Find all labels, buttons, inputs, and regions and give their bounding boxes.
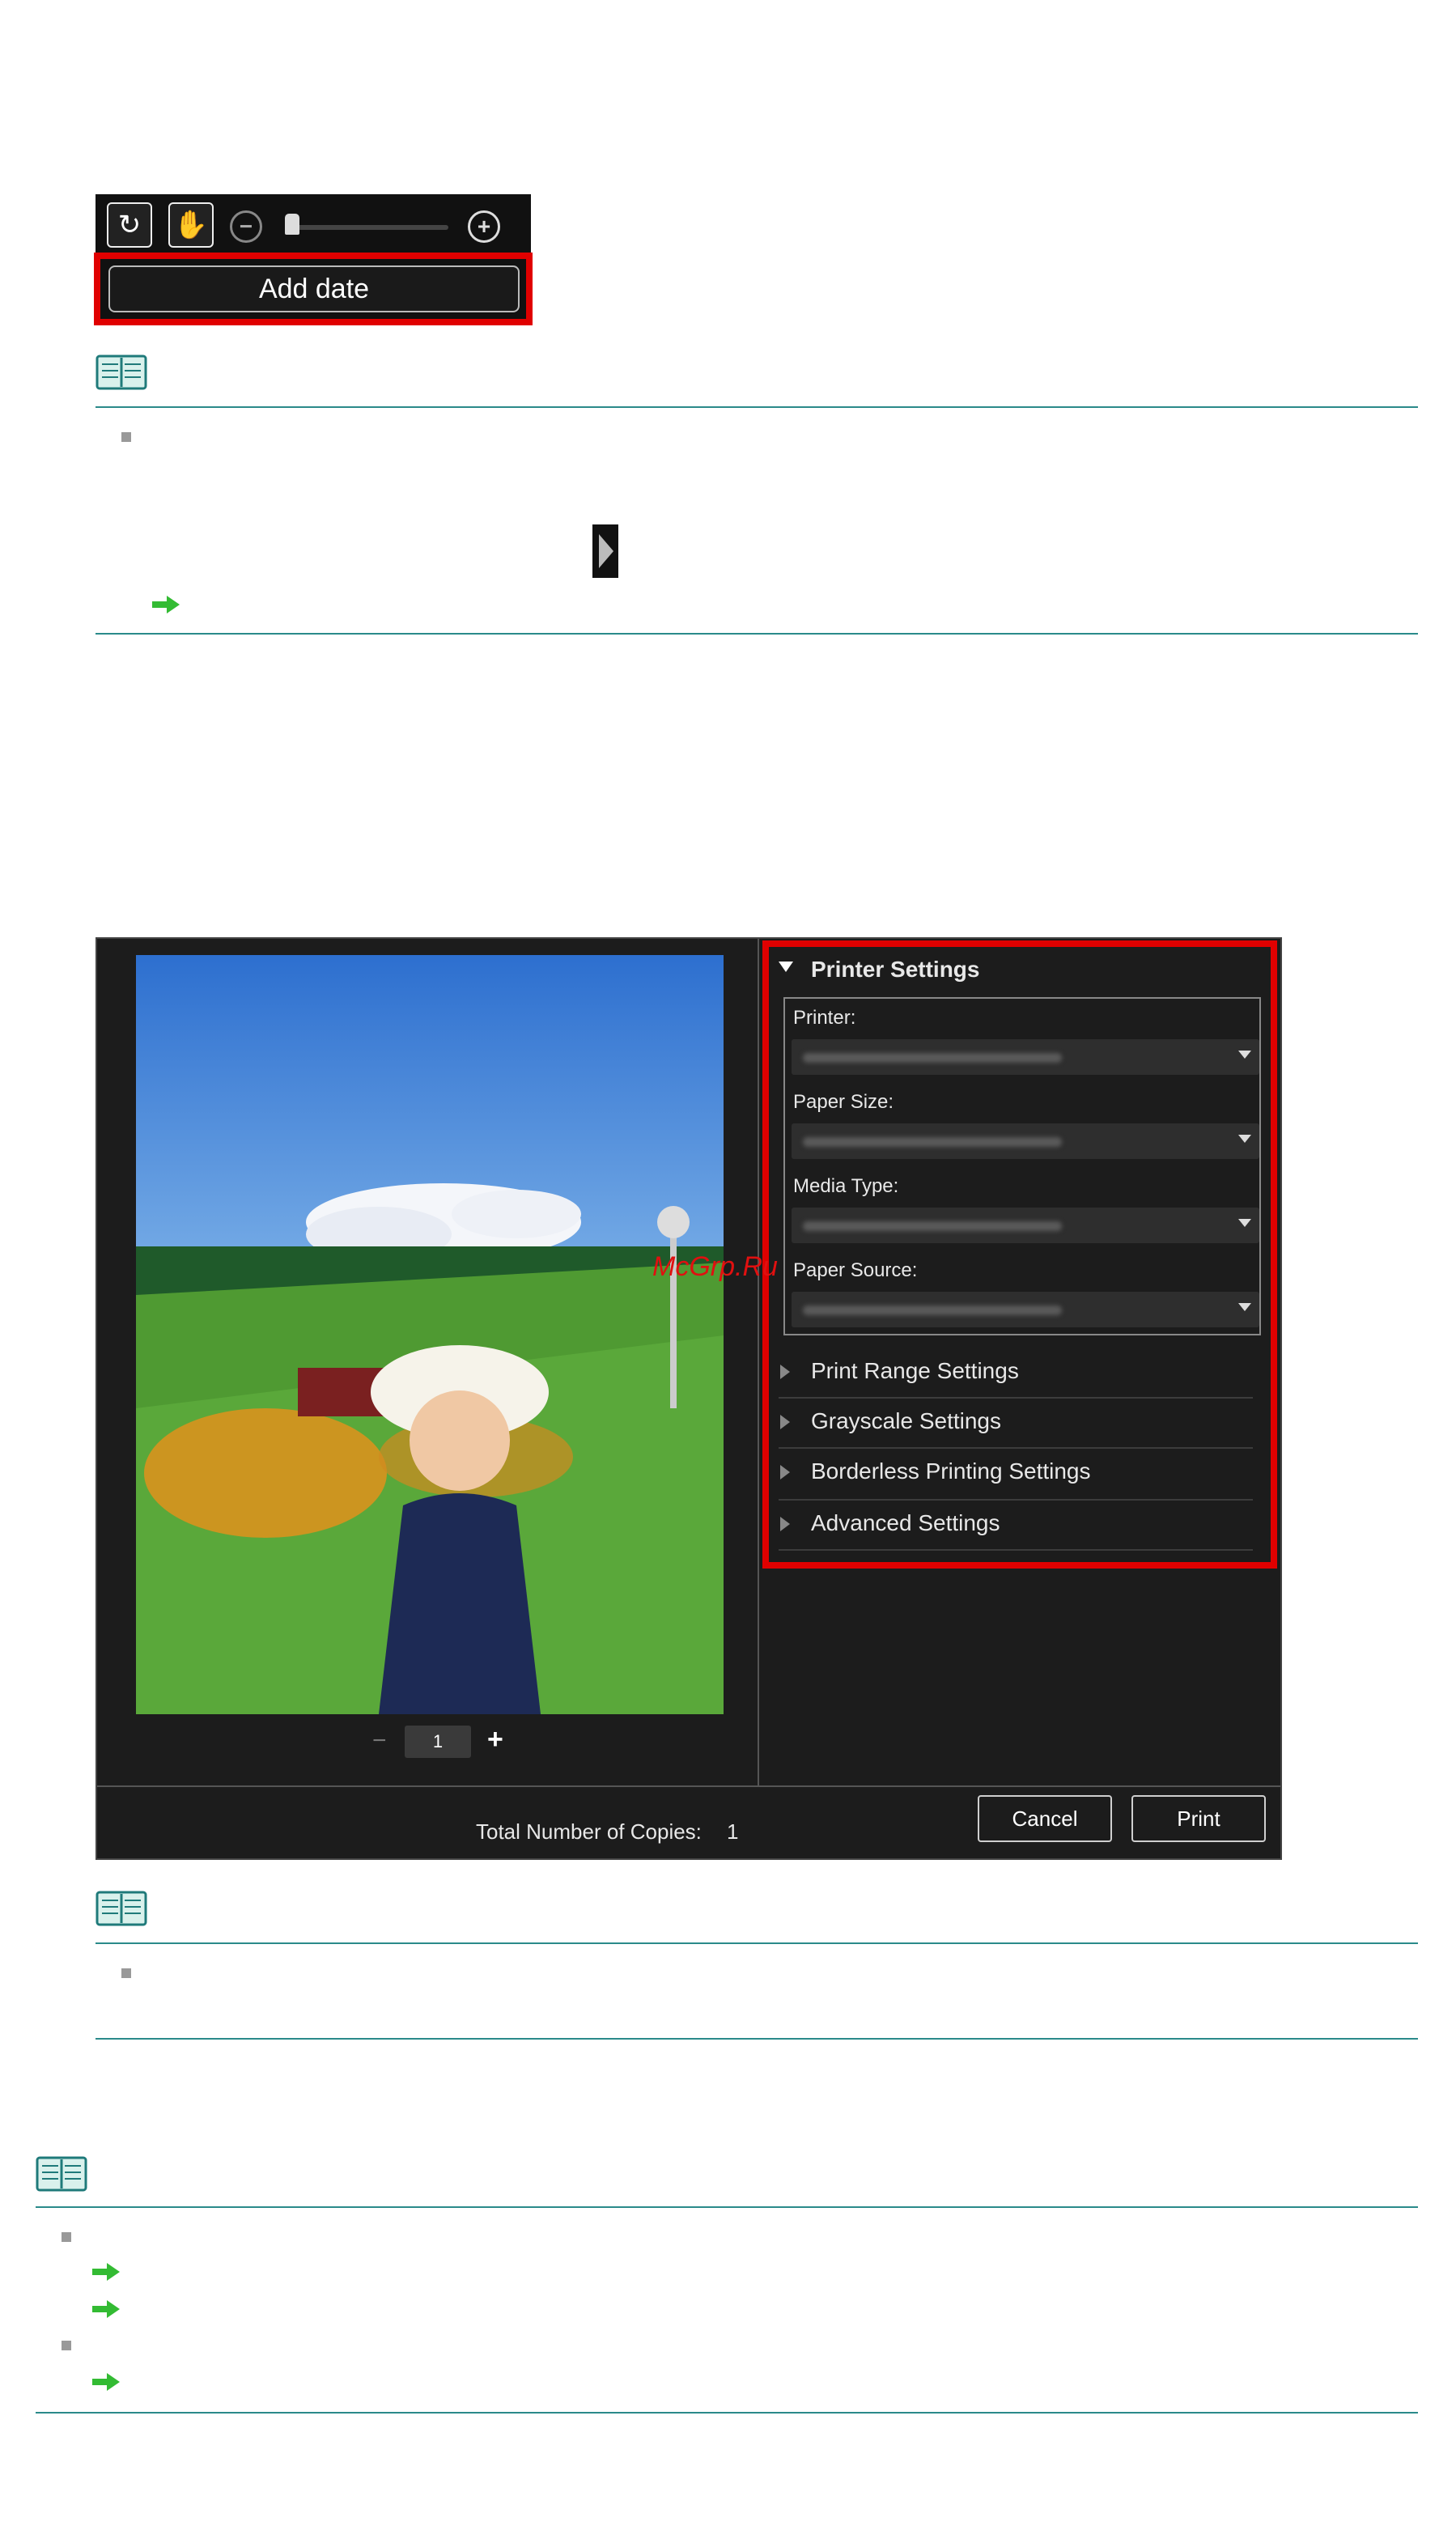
expand-arrow-icon xyxy=(592,524,618,578)
link-arrow-icon[interactable] xyxy=(92,2300,120,2318)
section-borderless[interactable]: Borderless Printing Settings xyxy=(811,1458,1091,1484)
note-bottom-rule xyxy=(96,2038,1418,2040)
note-bottom-rule xyxy=(36,2412,1418,2414)
footer-divider xyxy=(97,1785,1280,1787)
zoom-slider-track[interactable] xyxy=(287,225,448,230)
section-print-range[interactable]: Print Range Settings xyxy=(811,1358,1019,1384)
chevron-down-icon xyxy=(1238,1051,1251,1059)
paper-size-dropdown[interactable] xyxy=(792,1123,1259,1159)
bullet-icon xyxy=(62,2341,71,2350)
print-button[interactable]: Print xyxy=(1131,1795,1266,1842)
zoom-slider-handle[interactable] xyxy=(285,214,299,235)
note-book-icon xyxy=(96,1891,147,1926)
zoom-out-button[interactable]: − xyxy=(230,210,262,243)
note-bottom-rule xyxy=(96,633,1418,635)
paper-size-label: Paper Size: xyxy=(793,1091,894,1113)
media-type-dropdown[interactable] xyxy=(792,1208,1259,1243)
link-arrow-icon[interactable] xyxy=(92,2263,120,2281)
link-arrow-icon[interactable] xyxy=(152,596,180,613)
bullet-icon xyxy=(62,2232,71,2242)
printer-settings-header[interactable]: Printer Settings xyxy=(811,957,979,983)
section-divider xyxy=(779,1447,1253,1449)
note-book-icon xyxy=(36,2156,87,2192)
section-divider xyxy=(779,1549,1253,1551)
panel-divider xyxy=(758,939,759,1787)
note-top-rule xyxy=(96,1942,1418,1944)
add-date-button[interactable]: Add date xyxy=(108,265,520,312)
printer-dropdown[interactable] xyxy=(792,1039,1259,1075)
expand-triangle-icon xyxy=(780,1365,790,1379)
printer-label: Printer: xyxy=(793,1007,856,1029)
expand-triangle-icon xyxy=(780,1415,790,1429)
note-book-icon xyxy=(96,354,147,390)
zoom-in-button[interactable]: + xyxy=(468,210,500,243)
paper-source-label: Paper Source: xyxy=(793,1259,918,1281)
cancel-button[interactable]: Cancel xyxy=(978,1795,1112,1842)
photo-preview xyxy=(136,955,724,1714)
watermark: McGrp.Ru xyxy=(652,1251,778,1282)
chevron-down-icon xyxy=(1238,1219,1251,1227)
plus-circle-icon: + xyxy=(477,214,491,239)
section-advanced[interactable]: Advanced Settings xyxy=(811,1510,1000,1536)
paper-source-dropdown[interactable] xyxy=(792,1292,1259,1327)
total-copies-label: Total Number of Copies: xyxy=(476,1819,702,1844)
decrease-copies-button[interactable]: − xyxy=(372,1729,387,1753)
link-arrow-icon[interactable] xyxy=(92,2373,120,2391)
total-copies-value: 1 xyxy=(727,1819,739,1844)
pan-button[interactable]: ✋ xyxy=(168,202,214,248)
photo-edit-toolbar: ↻ ✋ − + Add date xyxy=(94,194,533,325)
rotate-icon: ↻ xyxy=(117,210,142,240)
section-divider xyxy=(779,1397,1253,1399)
bullet-icon xyxy=(121,1968,131,1978)
bullet-icon xyxy=(121,432,131,442)
rotate-button[interactable]: ↻ xyxy=(107,202,152,248)
girl-photo-image xyxy=(136,955,724,1714)
chevron-down-icon xyxy=(1238,1135,1251,1143)
increase-copies-button[interactable]: + xyxy=(487,1726,503,1753)
media-type-label: Media Type: xyxy=(793,1175,899,1197)
collapse-triangle-icon[interactable] xyxy=(779,962,793,972)
minus-circle-icon: − xyxy=(239,214,253,239)
section-grayscale[interactable]: Grayscale Settings xyxy=(811,1408,1001,1434)
chevron-down-icon xyxy=(1238,1303,1251,1311)
note-top-rule xyxy=(96,406,1418,408)
note-top-rule xyxy=(36,2206,1418,2208)
expand-triangle-icon xyxy=(780,1465,790,1480)
section-divider xyxy=(779,1499,1253,1501)
expand-triangle-icon xyxy=(780,1517,790,1531)
copies-field[interactable]: 1 xyxy=(405,1726,471,1758)
hand-icon: ✋ xyxy=(173,210,209,240)
